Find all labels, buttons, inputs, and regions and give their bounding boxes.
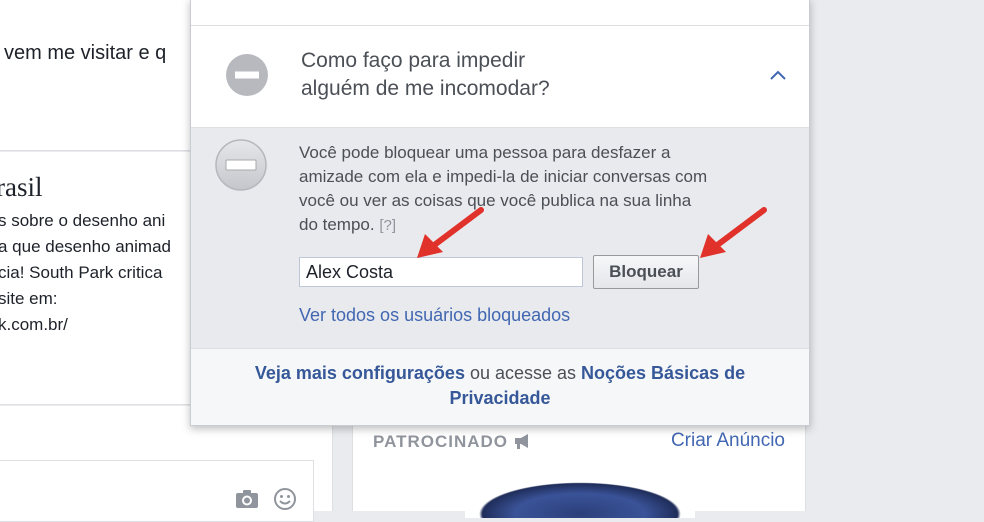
create-ad-link[interactable]: Criar Anúncio bbox=[671, 430, 785, 452]
link-description: s sobre o desenho ani a que desenho anim… bbox=[0, 208, 171, 338]
sponsored-label: PATROCINADO bbox=[373, 432, 509, 451]
link-title[interactable]: rasil bbox=[0, 172, 43, 203]
previous-item-strip bbox=[191, 0, 809, 26]
footer-text: Veja mais configurações ou acesse as Noç… bbox=[211, 361, 789, 411]
ad-image[interactable] bbox=[465, 478, 695, 518]
footer-middle-text: ou acesse as bbox=[464, 363, 582, 383]
link-line: k.com.br/ bbox=[0, 315, 68, 334]
description-text: Você pode bloquear uma pessoa para desfa… bbox=[299, 143, 708, 234]
camera-icon[interactable] bbox=[235, 489, 259, 509]
comment-input[interactable] bbox=[0, 460, 314, 522]
see-all-blocked-link[interactable]: Ver todos os usuários bloqueados bbox=[299, 305, 570, 326]
block-button[interactable]: Bloquear bbox=[593, 255, 699, 289]
megaphone-icon bbox=[515, 434, 528, 449]
block-description: Você pode bloquear uma pessoa para desfa… bbox=[299, 141, 709, 238]
post-text: vem me visitar e q bbox=[4, 42, 167, 64]
link-line: site em: bbox=[0, 289, 58, 308]
more-settings-link[interactable]: Veja mais configurações bbox=[255, 363, 465, 383]
question-line: alguém de me incomodar? bbox=[301, 77, 550, 100]
help-link[interactable]: [?] bbox=[379, 217, 396, 234]
question-title[interactable]: Como faço para impedir alguém de me inco… bbox=[301, 47, 550, 103]
block-user-icon bbox=[215, 139, 267, 191]
chevron-up-icon[interactable] bbox=[769, 69, 787, 81]
panel-footer: Veja mais configurações ou acesse as Noç… bbox=[191, 349, 809, 425]
question-line: Como faço para impedir bbox=[301, 49, 526, 72]
link-line: cia! South Park critica bbox=[0, 263, 163, 282]
emoji-icon[interactable] bbox=[273, 487, 297, 511]
link-line: a que desenho animad bbox=[0, 237, 171, 256]
block-icon bbox=[226, 54, 268, 96]
link-line: s sobre o desenho ani bbox=[0, 211, 166, 230]
privacy-shortcuts-panel: Como faço para impedir alguém de me inco… bbox=[190, 0, 810, 426]
block-name-input[interactable] bbox=[299, 257, 583, 287]
